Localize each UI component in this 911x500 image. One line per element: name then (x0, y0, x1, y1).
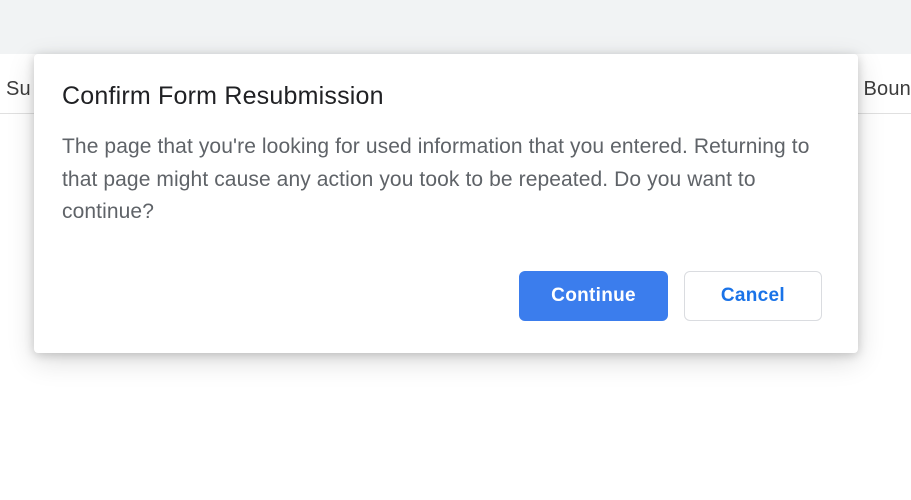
confirm-resubmission-dialog: Confirm Form Resubmission The page that … (34, 54, 858, 353)
dialog-body: The page that you're looking for used in… (62, 131, 826, 229)
browser-top-bar (0, 0, 911, 54)
cancel-button[interactable]: Cancel (684, 271, 822, 321)
dialog-title: Confirm Form Resubmission (62, 82, 826, 111)
background-text-left: Su (6, 78, 31, 101)
dialog-actions: Continue Cancel (62, 271, 826, 325)
continue-button[interactable]: Continue (519, 271, 668, 321)
background-text-right: Boun (863, 78, 911, 101)
